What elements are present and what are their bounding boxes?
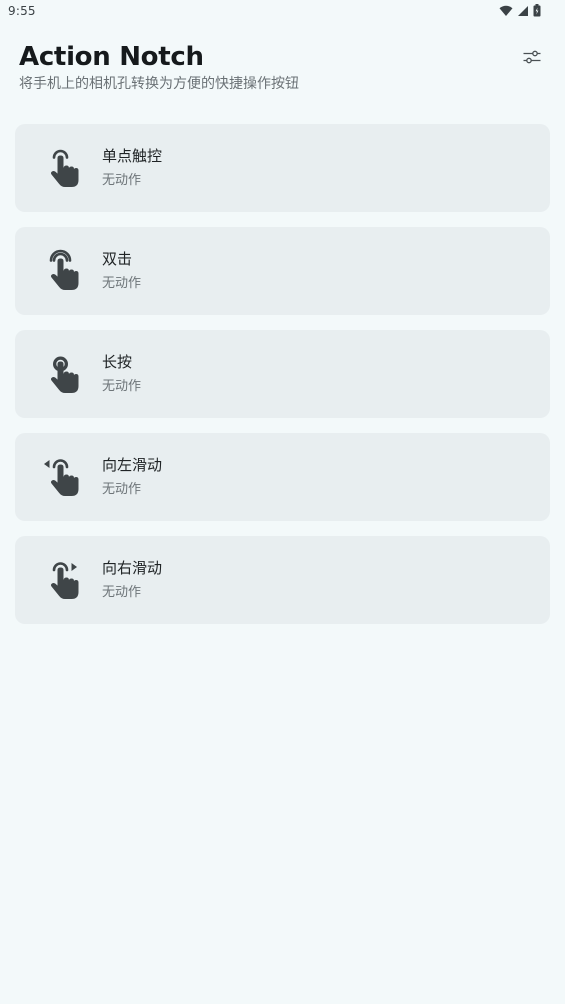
action-name: 双击 bbox=[102, 250, 133, 268]
single-tap-icon bbox=[43, 146, 83, 190]
action-value: 无动作 bbox=[102, 585, 142, 600]
action-card-swipe-left[interactable]: 向左滑动 无动作 bbox=[15, 433, 550, 521]
battery-icon bbox=[533, 4, 541, 17]
status-time: 9:55 bbox=[8, 4, 36, 18]
settings-button[interactable] bbox=[518, 44, 546, 72]
action-card-double-tap[interactable]: 双击 无动作 bbox=[15, 227, 550, 315]
cellular-signal-icon bbox=[517, 5, 529, 17]
wifi-icon bbox=[499, 5, 513, 17]
swipe-right-icon bbox=[43, 558, 83, 602]
action-card-long-press[interactable]: 长按 无动作 bbox=[15, 330, 550, 418]
action-name: 单点触控 bbox=[102, 147, 163, 165]
action-card-single-tap[interactable]: 单点触控 无动作 bbox=[15, 124, 550, 212]
action-name: 长按 bbox=[102, 353, 133, 371]
action-name: 向右滑动 bbox=[102, 559, 163, 577]
long-press-icon bbox=[43, 352, 83, 396]
action-card-swipe-right[interactable]: 向右滑动 无动作 bbox=[15, 536, 550, 624]
swipe-left-icon bbox=[43, 455, 83, 499]
action-value: 无动作 bbox=[102, 173, 142, 188]
action-value: 无动作 bbox=[102, 276, 142, 291]
double-tap-icon bbox=[43, 249, 83, 293]
header: Action Notch 将手机上的相机孔转换为方便的快捷操作按钮 bbox=[19, 40, 546, 94]
action-list: 单点触控 无动作 双击 无动作 长按 无动作 向左滑动 无动作 向右滑动 无动作 bbox=[15, 124, 550, 639]
app-title: Action Notch bbox=[19, 42, 204, 72]
sliders-icon bbox=[523, 49, 541, 68]
action-value: 无动作 bbox=[102, 379, 142, 394]
app-subtitle: 将手机上的相机孔转换为方便的快捷操作按钮 bbox=[19, 76, 299, 92]
action-name: 向左滑动 bbox=[102, 456, 163, 474]
status-bar: 9:55 bbox=[0, 0, 565, 24]
action-value: 无动作 bbox=[102, 482, 142, 497]
status-icons bbox=[499, 4, 541, 17]
